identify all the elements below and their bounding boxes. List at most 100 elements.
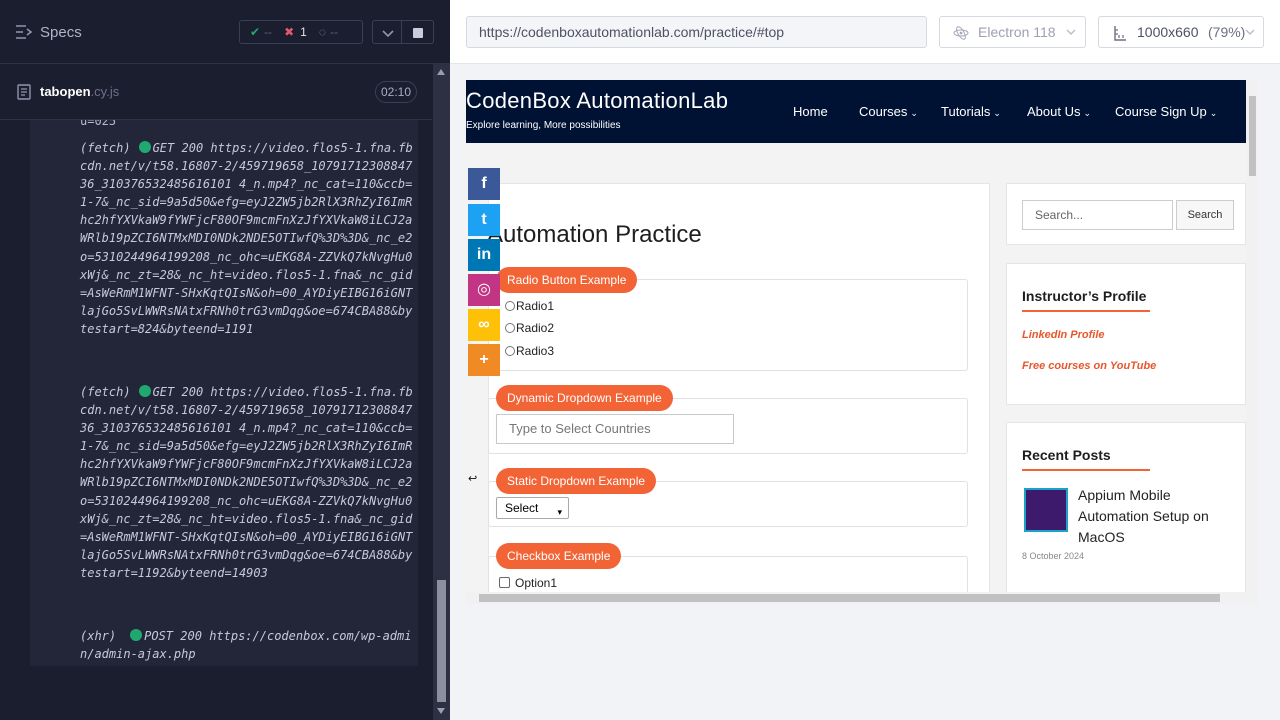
chevron-down-icon: ⌄ (1209, 108, 1218, 118)
radio-legend: Radio Button Example (496, 267, 638, 293)
radio-button[interactable] (505, 323, 515, 333)
status-dot-icon (138, 385, 151, 397)
youtube-courses-link[interactable]: Free courses on YouTube (1022, 360, 1156, 372)
static-dropdown-legend: Static Dropdown Example (496, 468, 657, 494)
pending-icon: ◌ (318, 25, 326, 39)
browser-name: Electron 118 (978, 24, 1056, 40)
profile-heading: Instructor’s Profile (1022, 288, 1147, 304)
country-autocomplete-input[interactable]: Type to Select Countries (496, 414, 734, 444)
nav-tutorials[interactable]: Tutorials ⌄ (941, 104, 1001, 119)
app-under-test: CodenBox AutomationLab Explore learning,… (466, 80, 1258, 604)
chevron-down-icon (382, 30, 394, 38)
scroll-down-icon[interactable] (437, 708, 445, 714)
test-stats: ✔ -- ✖ 1 ◌ -- (239, 20, 363, 44)
nav-label: Courses (859, 104, 908, 119)
log-fragment: u=025 (80, 120, 117, 128)
duration-badge: 02:10 (375, 81, 417, 103)
log-entry[interactable]: (fetch) GET 200 https://video.flos5-1.fna… (80, 383, 415, 582)
radio-label: Radio1 (516, 299, 555, 313)
linkedin-profile-link[interactable]: LinkedIn Profile (1022, 329, 1105, 341)
specs-list-icon[interactable] (16, 25, 32, 39)
checkbox-legend: Checkbox Example (496, 543, 622, 569)
checkbox[interactable] (499, 577, 510, 588)
radio-button[interactable] (505, 346, 515, 356)
more-share-icon[interactable]: + (468, 344, 500, 376)
radio-button[interactable] (505, 301, 515, 311)
nav-label: Tutorials (941, 104, 991, 119)
failed-icon: ✖ (284, 25, 295, 39)
chevron-down-icon (1245, 29, 1255, 35)
browser-selector[interactable]: Electron 118 (939, 16, 1086, 48)
log-type: (xhr) (80, 629, 117, 643)
app-vertical-scrollbar-thumb[interactable] (1249, 96, 1256, 176)
nav-course-sign-up[interactable]: Course Sign Up ⌄ (1115, 104, 1217, 119)
failed-count: 1 (300, 25, 307, 39)
specs-bar: Specs ✔ -- ✖ 1 ◌ -- (0, 0, 450, 64)
radio-option[interactable]: Radio2 (505, 321, 554, 335)
radio-option[interactable]: Radio3 (505, 344, 555, 358)
stop-icon (413, 28, 423, 38)
nav-home[interactable]: Home (793, 104, 828, 119)
log-type: (fetch) (80, 141, 131, 155)
dynamic-dropdown-legend: Dynamic Dropdown Example (496, 385, 673, 411)
log-url: https://video.flos5-1.fna.fbcdn.net/v/t5… (80, 141, 413, 336)
log-url: https://video.flos5-1.fna.fbcdn.net/v/t5… (80, 385, 413, 580)
spec-name: tabopen (40, 84, 91, 99)
log-status: 200 (180, 629, 202, 643)
log-status: 200 (181, 385, 204, 399)
viewport-selector[interactable]: 1000x660 (79%) (1098, 16, 1264, 48)
copy-link-icon[interactable]: ∞ (468, 309, 500, 341)
nav-label: Home (793, 104, 828, 119)
twitter-icon[interactable]: t (468, 204, 500, 236)
site-header: CodenBox AutomationLab Explore learning,… (466, 80, 1246, 143)
nav-label: Course Sign Up (1115, 104, 1207, 119)
document-icon (17, 84, 31, 100)
runner-panel: Specs ✔ -- ✖ 1 ◌ -- tabopen.cy.js 02:10 … (0, 0, 450, 720)
status-dot-icon (130, 629, 143, 641)
log-status: 200 (181, 141, 204, 155)
search-input[interactable]: Search... (1022, 200, 1173, 230)
collapse-share-icon[interactable]: ↩ (468, 472, 477, 485)
log-method: POST (144, 629, 174, 643)
nav-courses[interactable]: Courses ⌄ (859, 104, 918, 119)
spec-file-header: tabopen.cy.js 02:10 (0, 64, 432, 120)
facebook-icon[interactable]: f (468, 168, 500, 200)
viewport-size: 1000x660 (1137, 24, 1199, 40)
radio-label: Radio3 (516, 344, 555, 358)
log-method: GET (152, 385, 175, 399)
log-entry[interactable]: (fetch) GET 200 https://video.flos5-1.fna… (80, 139, 415, 338)
pending-count: -- (329, 25, 338, 39)
nav-label: About Us (1027, 104, 1081, 119)
command-log: u=025 (fetch) GET 200 https://video.flos5… (30, 120, 418, 666)
chevron-down-icon: ⌄ (993, 108, 1001, 118)
chevron-down-button[interactable] (372, 20, 402, 44)
log-entry[interactable]: (xhr) POST 200 https://codenbox.com/wp-ad… (80, 627, 415, 663)
post-date: 8 October 2024 (1022, 551, 1085, 561)
nav-about-us[interactable]: About Us ⌄ (1027, 104, 1091, 119)
electron-icon (953, 26, 969, 40)
select-value: Select (505, 501, 539, 515)
recent-posts-heading: Recent Posts (1022, 447, 1111, 463)
spec-file-name[interactable]: tabopen.cy.js (40, 84, 119, 99)
specs-label[interactable]: Specs (40, 24, 82, 41)
scroll-up-icon[interactable] (437, 69, 445, 75)
url-bar[interactable]: https://codenboxautomationlab.com/practi… (466, 16, 927, 48)
log-scrollbar-thumb[interactable] (437, 580, 446, 702)
chevron-down-icon: ⌄ (910, 108, 918, 118)
static-dropdown-select[interactable]: Select ▾ (496, 497, 569, 519)
post-thumbnail[interactable] (1024, 488, 1068, 532)
search-button[interactable]: Search (1176, 200, 1234, 230)
instagram-icon[interactable]: ◎ (468, 274, 500, 306)
log-type: (fetch) (80, 385, 131, 399)
passed-icon: ✔ (250, 25, 261, 39)
linkedin-icon[interactable]: in (468, 239, 500, 271)
post-title-link[interactable]: Appium Mobile Automation Setup on MacOS (1078, 485, 1238, 548)
stop-button[interactable] (402, 20, 434, 44)
site-title[interactable]: CodenBox AutomationLab (466, 88, 728, 114)
passed-count: -- (264, 25, 273, 39)
app-horizontal-scrollbar-thumb[interactable] (479, 594, 1220, 602)
heading-underline (1022, 310, 1150, 312)
ruler-icon (1114, 26, 1126, 41)
radio-option[interactable]: Radio1 (505, 299, 555, 313)
chevron-down-icon (1066, 29, 1076, 35)
